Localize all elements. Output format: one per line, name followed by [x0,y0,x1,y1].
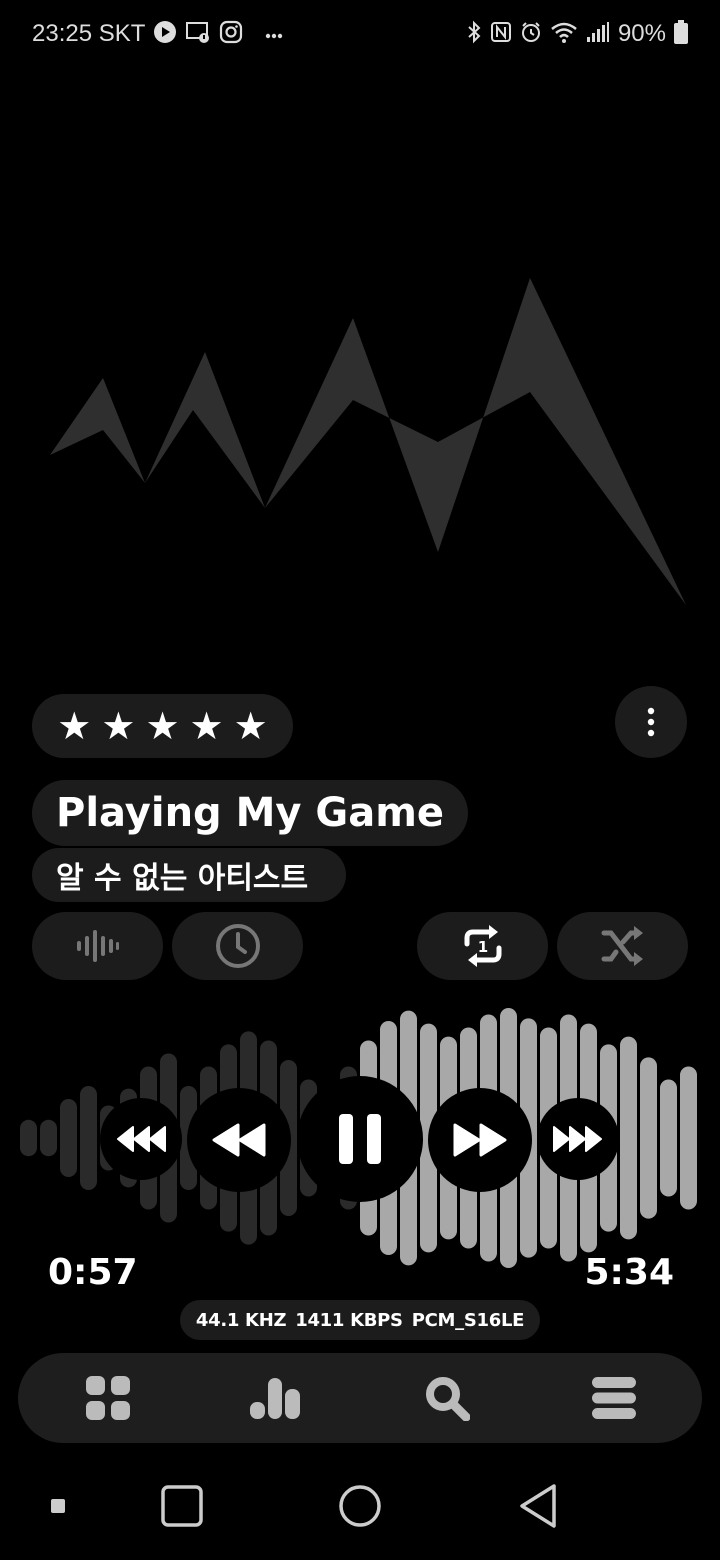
fast-forward-button[interactable] [428,1088,532,1192]
pause-button[interactable] [297,1076,423,1202]
star-icon[interactable]: ★ [234,707,268,745]
fast-forward-triple-icon [553,1126,602,1152]
alarm-icon [520,21,542,47]
nav-menu-button[interactable] [554,1353,674,1443]
status-bar-left: 23:25 SKT [32,20,283,48]
repeat-one-icon: 1 [464,925,501,967]
status-bar-right: 90% [466,20,688,48]
bitrate: 1411 KBPS [295,1309,403,1331]
battery-percent: 90% [617,20,666,47]
signal-icon [586,21,610,47]
grid-icon [86,1376,130,1420]
more-vert-icon [647,707,655,737]
recents-small-icon [51,1499,65,1513]
instagram-icon [219,20,243,48]
audio-info-pill[interactable]: 44.1 KHZ 1411 KBPS PCM_S16LE [180,1300,540,1340]
fast-forward-icon [453,1123,507,1157]
play-circle-icon [153,20,177,48]
shuffle-button[interactable] [557,912,688,980]
shuffle-icon [601,926,643,966]
battery-icon [674,20,688,48]
track-title: Playing My Game [56,790,445,836]
album-artwork [0,250,720,630]
repeat-one-button[interactable]: 1 [417,912,548,980]
search-icon [426,1377,470,1421]
artwork-zigzag-shape [50,278,686,605]
chart-icon [250,1378,300,1419]
bottom-nav [18,1353,702,1443]
track-artist: 알 수 없는 아티스트 [56,861,309,896]
nav-library-button[interactable] [48,1353,168,1443]
nav-stats-button[interactable] [215,1353,335,1443]
overview-button[interactable] [152,1476,212,1536]
nav-search-button[interactable] [387,1353,507,1443]
more-dots-icon [265,25,283,44]
waveform-bar [680,1066,697,1210]
square-icon [161,1485,203,1527]
skip-forward-far-button[interactable] [537,1098,619,1180]
current-time: 0:57 [48,1252,138,1293]
waveform-bar [80,1086,97,1190]
svg-text:1: 1 [477,938,487,956]
waveform-bar [40,1119,57,1157]
wifi-icon [550,20,578,48]
waveform-bar [60,1099,77,1177]
back-triangle-icon [520,1484,556,1528]
star-icon[interactable]: ★ [145,707,179,745]
status-bar: 23:25 SKT 90% [0,0,720,70]
more-options-button[interactable] [615,686,687,758]
waveform-seekbar[interactable] [0,1000,720,1280]
equalizer-button[interactable] [32,912,163,980]
skip-back-far-button[interactable] [100,1098,182,1180]
home-button[interactable] [330,1476,390,1536]
cast-alert-icon [185,20,211,48]
back-button[interactable] [508,1476,568,1536]
waveform-bar [20,1119,37,1157]
pause-icon [339,1114,381,1164]
nfc-icon [490,21,512,47]
star-icon[interactable]: ★ [101,707,135,745]
rewind-button[interactable] [187,1088,291,1192]
bluetooth-icon [466,20,482,48]
home-circle-icon [339,1485,381,1527]
fast-rewind-triple-icon [117,1126,166,1152]
star-icon[interactable]: ★ [190,707,224,745]
system-nav-bar [0,1460,720,1560]
clock-icon [215,924,260,968]
status-carrier: SKT [98,20,146,47]
recents-small-button[interactable] [36,1484,80,1528]
waveform-bar [640,1057,657,1219]
menu-icon [592,1377,636,1419]
audio-format: PCM_S16LE [411,1309,525,1331]
rewind-icon [212,1123,266,1157]
waveform-bar [660,1079,677,1197]
track-title-pill[interactable]: Playing My Game [32,780,469,846]
track-artist-pill[interactable]: 알 수 없는 아티스트 [32,848,346,902]
total-time: 5:34 [584,1252,674,1293]
waveform-icon [76,930,119,962]
status-time: 23:25 SKT [32,20,146,47]
star-icon[interactable]: ★ [57,707,91,745]
rating-stars[interactable]: ★ ★ ★ ★ ★ [32,694,293,758]
waveform-bar [620,1036,637,1240]
sleep-timer-button[interactable] [172,912,303,980]
sample-rate: 44.1 KHZ [195,1309,287,1331]
